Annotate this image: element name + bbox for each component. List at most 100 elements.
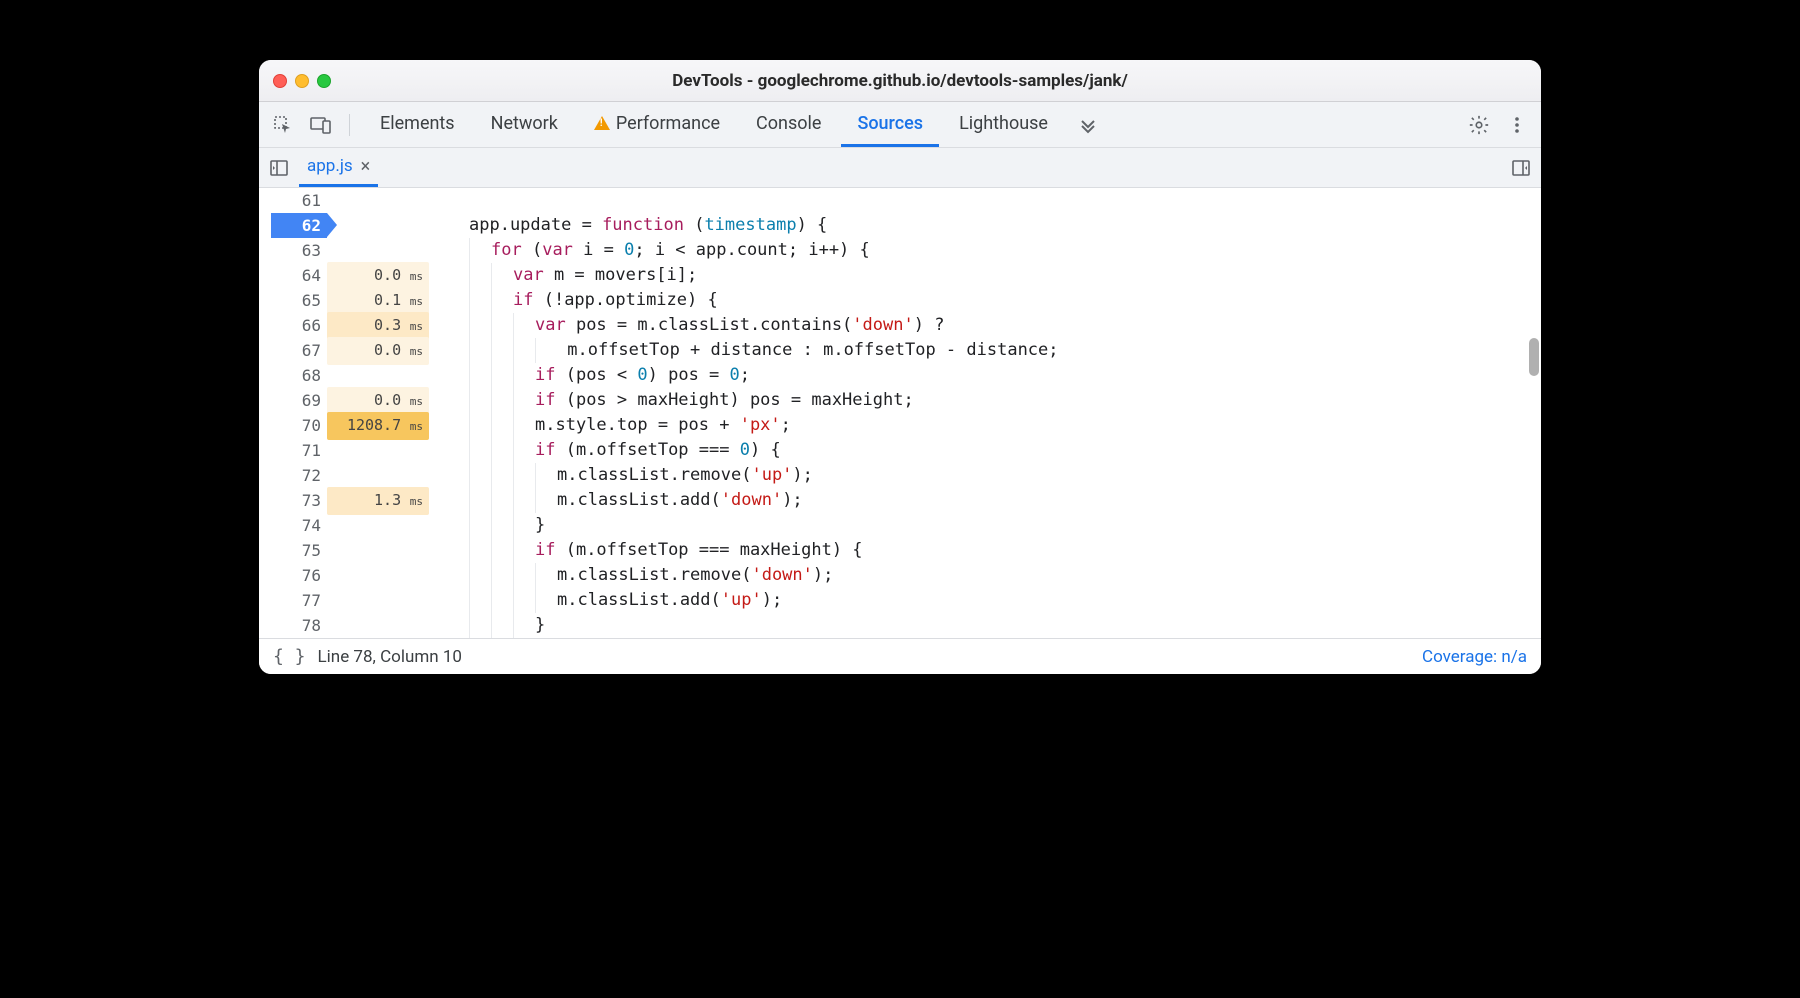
gutter-line[interactable]: 68	[259, 363, 429, 388]
window-controls	[273, 74, 331, 88]
gutter-line[interactable]: 690.0 ms	[259, 388, 429, 413]
devtools-window: DevTools - googlechrome.github.io/devtoo…	[259, 60, 1541, 674]
line-number: 75	[271, 538, 327, 563]
code-line[interactable]: var pos = m.classList.contains('down') ?	[469, 313, 1541, 338]
show-navigator-icon[interactable]	[269, 158, 289, 178]
gutter[interactable]: 616263640.0 ms650.1 ms660.3 ms670.0 ms68…	[259, 188, 429, 638]
settings-icon[interactable]	[1465, 111, 1493, 139]
line-timing	[327, 450, 429, 452]
gutter-line[interactable]: 63	[259, 238, 429, 263]
code-line[interactable]: app.update = function (timestamp) {	[469, 213, 1541, 238]
line-number: 61	[271, 188, 327, 213]
scrollbar-thumb[interactable]	[1529, 338, 1539, 376]
line-timing	[327, 525, 429, 527]
code-content[interactable]: app.update = function (timestamp) {for (…	[429, 188, 1541, 638]
warning-icon	[594, 116, 610, 130]
tab-label: Network	[491, 113, 558, 134]
line-number: 63	[271, 238, 327, 263]
code-line[interactable]: if (m.offsetTop === maxHeight) {	[469, 538, 1541, 563]
tab-sources[interactable]: Sources	[841, 102, 939, 147]
line-number: 76	[271, 563, 327, 588]
gutter-line[interactable]: 76	[259, 563, 429, 588]
line-timing: 0.0 ms	[327, 387, 429, 415]
close-icon[interactable]	[273, 74, 287, 88]
line-number: 73	[271, 488, 327, 513]
minimize-icon[interactable]	[295, 74, 309, 88]
file-tab-appjs[interactable]: app.js ×	[299, 148, 378, 187]
gutter-line[interactable]: 78	[259, 613, 429, 638]
code-line[interactable]: }	[469, 513, 1541, 538]
cursor-position: Line 78, Column 10	[318, 647, 462, 667]
code-line[interactable]: m.offsetTop + distance : m.offsetTop - d…	[469, 338, 1541, 363]
tab-elements[interactable]: Elements	[364, 102, 471, 147]
code-line[interactable]: for (var i = 0; i < app.count; i++) {	[469, 238, 1541, 263]
gutter-line[interactable]: 701208.7 ms	[259, 413, 429, 438]
code-line[interactable]: if (pos > maxHeight) pos = maxHeight;	[469, 388, 1541, 413]
code-line[interactable]: m.classList.add('up');	[469, 588, 1541, 613]
main-toolbar: Elements Network Performance Console Sources…	[259, 102, 1541, 148]
tab-lighthouse[interactable]: Lighthouse	[943, 102, 1064, 147]
toolbar-divider	[349, 114, 350, 136]
line-timing	[327, 475, 429, 477]
code-line[interactable]: if (m.offsetTop === 0) {	[469, 438, 1541, 463]
line-number: 66	[271, 313, 327, 338]
line-timing	[327, 625, 429, 627]
code-line[interactable]: m.classList.add('down');	[469, 488, 1541, 513]
code-line[interactable]: }	[469, 613, 1541, 638]
inspect-element-icon[interactable]	[269, 111, 297, 139]
show-debugger-icon[interactable]	[1511, 158, 1531, 178]
line-timing	[327, 575, 429, 577]
gutter-line[interactable]: 72	[259, 463, 429, 488]
line-number: 77	[271, 588, 327, 613]
tab-label: Performance	[616, 113, 720, 134]
line-timing	[327, 225, 429, 227]
pretty-print-icon[interactable]: { }	[273, 646, 306, 667]
code-line[interactable]: if (pos < 0) pos = 0;	[469, 363, 1541, 388]
code-line[interactable]: if (!app.optimize) {	[469, 288, 1541, 313]
line-timing: 0.0 ms	[327, 337, 429, 365]
line-number: 69	[271, 388, 327, 413]
gutter-line[interactable]: 640.0 ms	[259, 263, 429, 288]
code-line[interactable]	[469, 188, 1541, 213]
line-timing	[327, 250, 429, 252]
gutter-line[interactable]: 61	[259, 188, 429, 213]
line-number: 65	[271, 288, 327, 313]
code-line[interactable]: m.classList.remove('down');	[469, 563, 1541, 588]
gutter-line[interactable]: 731.3 ms	[259, 488, 429, 513]
tab-label: Sources	[857, 113, 923, 134]
gutter-line[interactable]: 75	[259, 538, 429, 563]
device-toolbar-icon[interactable]	[307, 111, 335, 139]
coverage-link[interactable]: Coverage: n/a	[1422, 647, 1527, 667]
gutter-line[interactable]: 670.0 ms	[259, 338, 429, 363]
maximize-icon[interactable]	[317, 74, 331, 88]
line-timing: 1.3 ms	[327, 487, 429, 515]
tab-performance[interactable]: Performance	[578, 102, 736, 147]
line-timing: 1208.7 ms	[327, 412, 429, 440]
line-number: 78	[271, 613, 327, 638]
close-tab-icon[interactable]: ×	[361, 156, 371, 177]
gutter-line[interactable]: 62	[259, 213, 429, 238]
kebab-menu-icon[interactable]	[1503, 111, 1531, 139]
tab-label: Elements	[380, 113, 455, 134]
more-tabs-icon[interactable]	[1074, 111, 1102, 139]
line-number: 74	[271, 513, 327, 538]
tab-console[interactable]: Console	[740, 102, 837, 147]
tab-label: Console	[756, 113, 821, 134]
line-timing	[327, 550, 429, 552]
window-title: DevTools - googlechrome.github.io/devtoo…	[259, 71, 1541, 91]
code-line[interactable]: var m = movers[i];	[469, 263, 1541, 288]
tab-network[interactable]: Network	[475, 102, 574, 147]
line-timing	[327, 600, 429, 602]
tab-label: Lighthouse	[959, 113, 1048, 134]
gutter-line[interactable]: 77	[259, 588, 429, 613]
line-number: 68	[271, 363, 327, 388]
gutter-line[interactable]: 74	[259, 513, 429, 538]
code-line[interactable]: m.style.top = pos + 'px';	[469, 413, 1541, 438]
code-line[interactable]: m.classList.remove('up');	[469, 463, 1541, 488]
line-number: 64	[271, 263, 327, 288]
code-editor[interactable]: 616263640.0 ms650.1 ms660.3 ms670.0 ms68…	[259, 188, 1541, 638]
gutter-line[interactable]: 660.3 ms	[259, 313, 429, 338]
line-timing	[327, 375, 429, 377]
gutter-line[interactable]: 650.1 ms	[259, 288, 429, 313]
gutter-line[interactable]: 71	[259, 438, 429, 463]
